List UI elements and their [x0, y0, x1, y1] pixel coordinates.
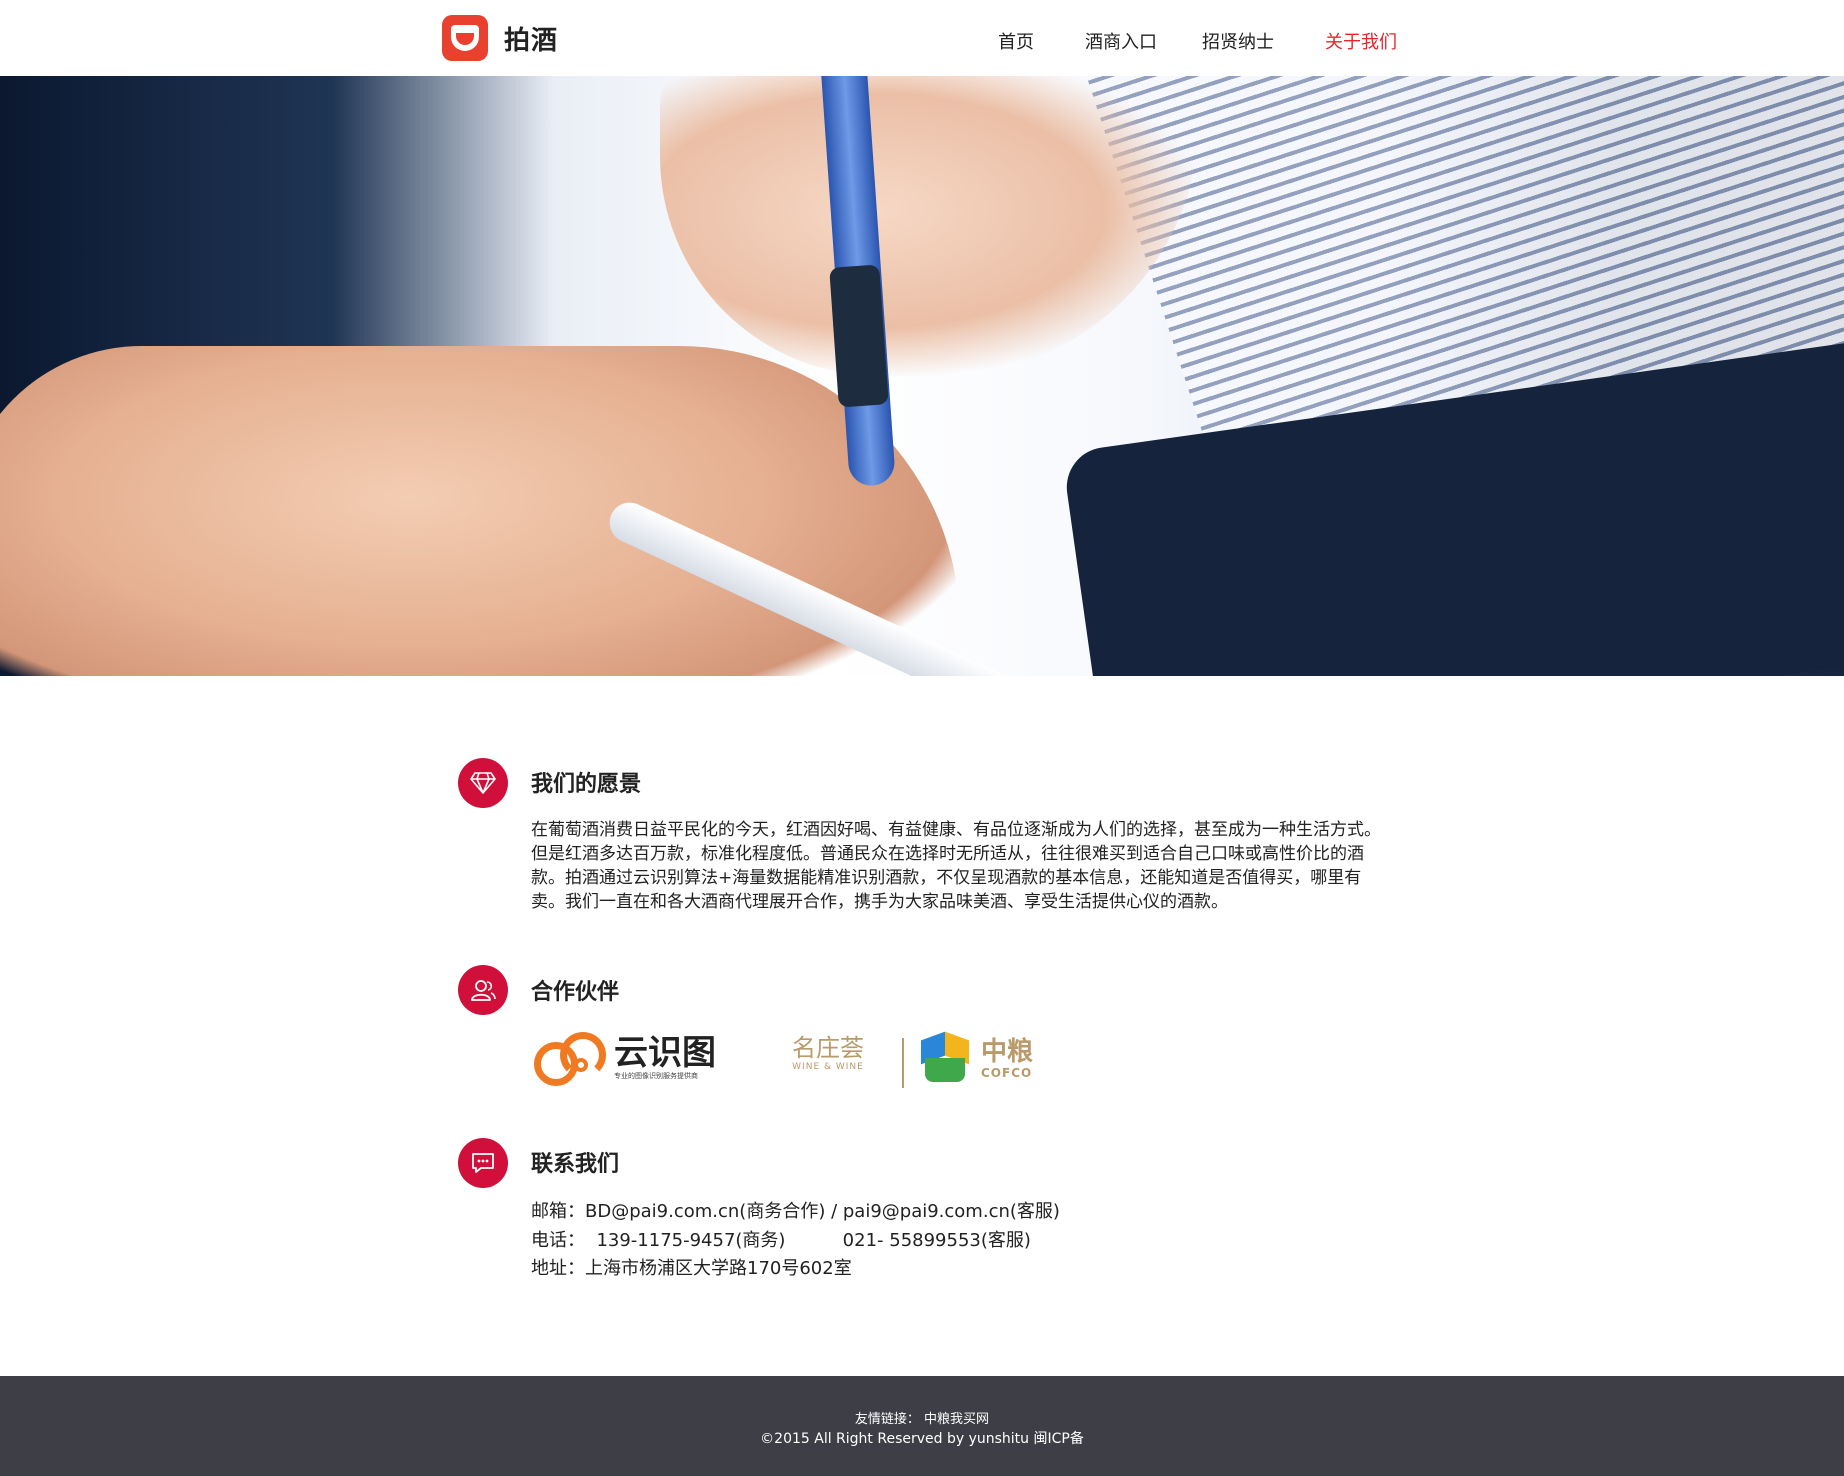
nav-about-us[interactable]: 关于我们	[1325, 28, 1397, 54]
mingzhuanghui-name: 名庄荟	[792, 1034, 864, 1062]
cofco-cube-icon	[917, 1031, 971, 1086]
partner-logos: 云识图 专业的图像识别服务提供商 名庄荟 WINE & WINE 中粮 COFC…	[532, 1030, 1052, 1090]
site-footer: 友情链接： 中粮我买网 ©2015 All Right Reserved by …	[0, 1376, 1844, 1476]
cofco-logo[interactable]: 中粮 COFCO	[917, 1031, 1034, 1086]
diamond-icon	[458, 758, 508, 808]
footer-friend-links[interactable]: 友情链接： 中粮我买网	[0, 1408, 1844, 1427]
contact-phone: 电话： 139-1175-9457(商务) 021- 55899553(客服)	[531, 1230, 1031, 1251]
main-nav: 首页 酒商入口 招贤纳士 关于我们	[0, 28, 1844, 54]
site-header: 拍酒 首页 酒商入口 招贤纳士 关于我们	[0, 0, 1844, 76]
mingzhuanghui-en: WINE & WINE	[792, 1062, 864, 1072]
chat-icon	[458, 1138, 508, 1188]
partner-divider	[902, 1038, 904, 1088]
mingzhuanghui-logo[interactable]: 名庄荟 WINE & WINE	[792, 1034, 864, 1072]
nav-careers[interactable]: 招贤纳士	[1202, 28, 1274, 54]
cofco-cn: 中粮	[981, 1037, 1034, 1067]
contact-email: 邮箱：BD@pai9.com.cn(商务合作) / pai9@pai9.com.…	[531, 1201, 1060, 1222]
partners-title: 合作伙伴	[531, 980, 620, 1005]
footer-copyright: ©2015 All Right Reserved by yunshitu 闽IC…	[760, 1431, 1084, 1447]
contact-address: 地址：上海市杨浦区大学路170号602室	[531, 1258, 852, 1279]
nav-merchant-entry[interactable]: 酒商入口	[1085, 28, 1157, 54]
hero-banner-image	[0, 76, 1844, 676]
contact-title: 联系我们	[531, 1152, 620, 1177]
nav-home[interactable]: 首页	[998, 28, 1034, 54]
cofco-en: COFCO	[981, 1066, 1033, 1080]
yunshitu-logo[interactable]: 云识图 专业的图像识别服务提供商	[532, 1030, 716, 1086]
vision-text: 在葡萄酒消费日益平民化的今天，红酒因好喝、有益健康、有品位逐渐成为人们的选择，甚…	[531, 820, 1381, 912]
vision-title: 我们的愿景	[531, 772, 642, 797]
people-icon	[458, 965, 508, 1015]
yunshitu-name: 云识图	[614, 1033, 716, 1073]
yunshitu-mark-icon	[532, 1030, 608, 1086]
